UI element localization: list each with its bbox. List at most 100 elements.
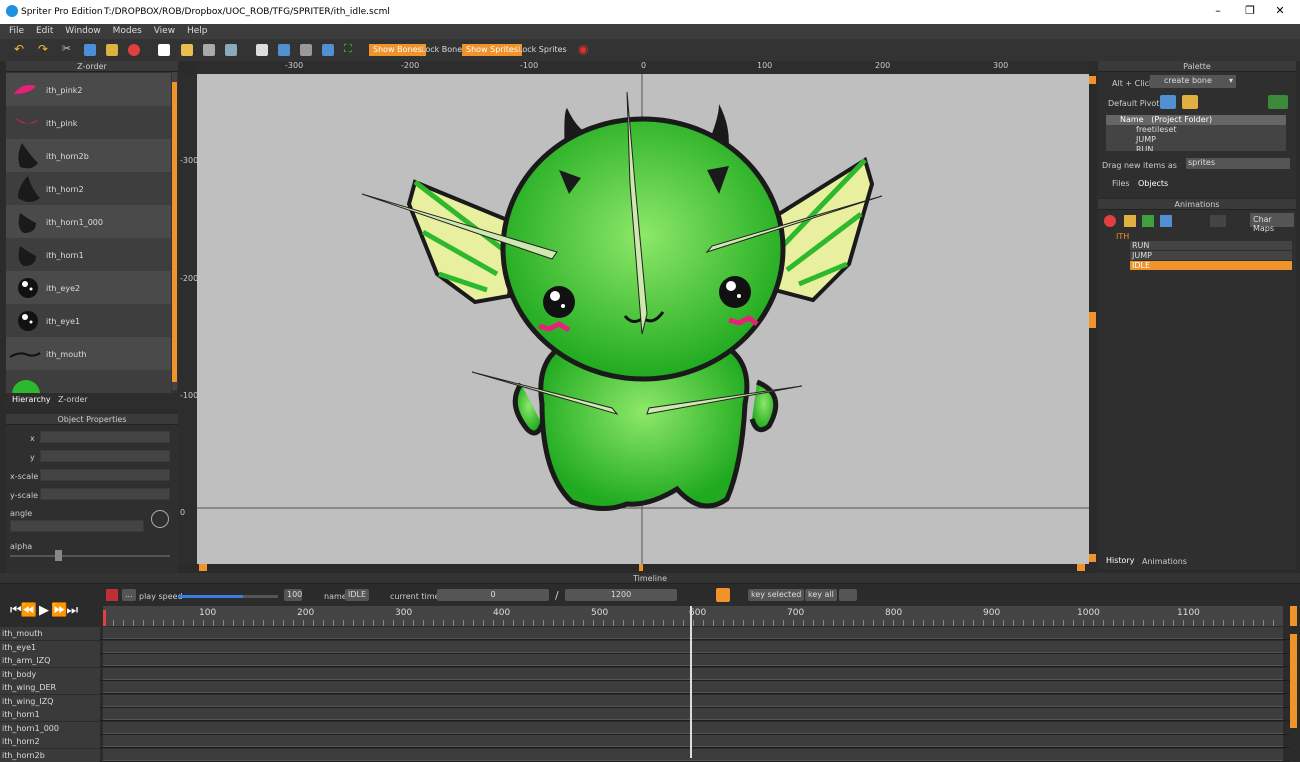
track-lane[interactable] xyxy=(103,721,1283,734)
fit-icon[interactable]: ⛶ xyxy=(344,42,356,55)
tree-folder[interactable]: JUMP xyxy=(1106,135,1286,145)
zorder-item[interactable]: ith_mouth xyxy=(6,337,171,370)
prop-yscale-field[interactable] xyxy=(40,488,170,500)
tab-history[interactable]: History xyxy=(1106,556,1134,565)
fit-view-icon[interactable] xyxy=(1210,215,1226,227)
track-lane[interactable] xyxy=(103,748,1283,761)
new-entity-icon[interactable] xyxy=(1124,215,1136,227)
duplicate-animation-icon[interactable] xyxy=(1160,215,1172,227)
skip-end-icon[interactable]: ⏭ xyxy=(66,603,78,618)
key-all-button[interactable]: key all xyxy=(805,589,837,601)
screenshot-icon[interactable] xyxy=(322,44,334,56)
timeline-track[interactable]: ith_horn2b xyxy=(0,748,1290,762)
more-button[interactable]: ... xyxy=(122,589,136,601)
canvas-hscroll-thumb[interactable] xyxy=(639,564,643,571)
grid-icon[interactable] xyxy=(300,44,312,56)
zorder-scroll-thumb[interactable] xyxy=(172,82,177,382)
track-lane[interactable] xyxy=(103,708,1283,720)
play-icon[interactable]: ▶ xyxy=(39,603,49,618)
cut-icon[interactable]: ✂ xyxy=(62,42,74,55)
timeline-track[interactable]: ith_horn1 xyxy=(0,708,1290,721)
left-eye[interactable] xyxy=(543,286,575,318)
track-name[interactable]: ith_wing_DER xyxy=(0,681,100,694)
project-tree[interactable]: Name (Project Folder) freetileset JUMP R… xyxy=(1106,115,1286,151)
timeline-track[interactable]: ith_eye1 xyxy=(0,640,1290,654)
prop-xscale-field[interactable] xyxy=(40,469,170,481)
playhead[interactable] xyxy=(103,610,106,626)
step-back-icon[interactable]: ⏪ xyxy=(21,603,37,618)
total-time-field[interactable]: 1200 xyxy=(565,589,677,601)
tab-zorder[interactable]: Z-order xyxy=(58,395,88,404)
redo-icon[interactable]: ↷ xyxy=(38,42,50,56)
record-toggle-icon[interactable] xyxy=(106,589,118,601)
tab-hierarchy[interactable]: Hierarchy xyxy=(12,395,51,404)
canvas-vertical-scrollbar[interactable] xyxy=(1089,74,1096,566)
alpha-slider-track[interactable] xyxy=(10,555,170,557)
key-settings-icon[interactable] xyxy=(716,588,730,602)
zorder-item[interactable]: ith_horn1 xyxy=(6,238,171,271)
zorder-item[interactable] xyxy=(6,370,171,393)
timeline-track[interactable]: ith_body xyxy=(0,667,1290,681)
record-icon[interactable]: ◉ xyxy=(578,42,590,56)
zorder-item[interactable]: ith_pink xyxy=(6,106,171,139)
track-lane[interactable] xyxy=(103,694,1283,707)
right-eye[interactable] xyxy=(719,276,751,308)
menu-file[interactable]: File xyxy=(9,26,24,36)
new-animation-icon[interactable] xyxy=(1142,215,1154,227)
undo-icon[interactable]: ↶ xyxy=(14,42,26,56)
track-name[interactable]: ith_eye1 xyxy=(0,640,100,654)
zorder-item[interactable]: ith_eye2 xyxy=(6,271,171,304)
track-lane[interactable] xyxy=(103,735,1283,747)
zorder-item[interactable]: ith_eye1 xyxy=(6,304,171,337)
canvas-horizontal-scrollbar[interactable] xyxy=(197,564,1089,571)
timeline-ruler[interactable]: 100 200 300 400 500 600 700 800 900 1000… xyxy=(103,606,1283,626)
track-name[interactable]: ith_horn2b xyxy=(0,748,100,762)
maximize-icon[interactable]: ❐ xyxy=(1242,4,1258,17)
menu-view[interactable]: View xyxy=(154,26,175,36)
track-name[interactable]: ith_horn1_000 xyxy=(0,721,100,735)
close-icon[interactable]: ✕ xyxy=(1272,4,1288,17)
menu-help[interactable]: Help xyxy=(187,26,208,36)
char-maps-button[interactable]: Char Maps xyxy=(1250,213,1294,233)
minimize-icon[interactable]: – xyxy=(1210,4,1226,17)
tree-folder[interactable]: RUN xyxy=(1106,145,1286,151)
current-time-field[interactable]: 0 xyxy=(437,589,549,601)
pivot-paste-icon[interactable] xyxy=(1182,95,1198,109)
prop-angle-field[interactable] xyxy=(10,520,144,532)
timeline-scroll-thumb[interactable] xyxy=(1290,634,1297,728)
alpha-slider-handle[interactable] xyxy=(55,550,62,561)
delete-icon[interactable] xyxy=(128,44,140,56)
prop-y-field[interactable] xyxy=(40,450,170,462)
tab-objects[interactable]: Objects xyxy=(1138,179,1168,188)
track-name[interactable]: ith_horn2 xyxy=(0,735,100,748)
play-speed-value[interactable]: 100 xyxy=(284,589,302,601)
zorder-item[interactable]: ith_horn2 xyxy=(6,172,171,205)
timeline-track[interactable]: ith_wing_IZQ xyxy=(0,694,1290,708)
canvas-vscroll-thumb[interactable] xyxy=(1089,312,1096,328)
animation-item-selected[interactable]: IDLE xyxy=(1130,261,1292,270)
new-file-icon[interactable] xyxy=(158,44,170,56)
lock-sprites-button[interactable]: Lock Sprites xyxy=(514,44,571,56)
copy-icon[interactable] xyxy=(84,44,96,56)
track-lane[interactable] xyxy=(103,681,1283,693)
angle-dial-icon[interactable] xyxy=(151,510,169,528)
drag-select[interactable]: sprites xyxy=(1186,158,1290,169)
track-name[interactable]: ith_arm_IZQ xyxy=(0,654,100,667)
zorder-item[interactable]: ith_pink2 xyxy=(6,73,171,106)
track-name[interactable]: ith_wing_IZQ xyxy=(0,694,100,708)
timeline-scrollbar[interactable] xyxy=(1290,606,1297,756)
track-lane[interactable] xyxy=(103,640,1283,653)
track-name[interactable]: ith_mouth xyxy=(0,627,100,640)
step-forward-icon[interactable]: ⏩ xyxy=(51,603,67,618)
track-lane[interactable] xyxy=(103,654,1283,666)
view-2-icon[interactable] xyxy=(278,44,290,56)
tab-animations[interactable]: Animations xyxy=(1142,557,1187,566)
prop-x-field[interactable] xyxy=(40,431,170,443)
zorder-item[interactable]: ith_horn2b xyxy=(6,139,171,172)
key-selected-button[interactable]: key selected xyxy=(748,589,805,601)
zorder-item[interactable]: ith_horn1_000 xyxy=(6,205,171,238)
timeline-track[interactable]: ith_horn2 xyxy=(0,735,1290,748)
track-name[interactable]: ith_body xyxy=(0,667,100,681)
entity-ith[interactable]: ITH xyxy=(1116,232,1129,241)
timeline-track[interactable]: ith_arm_IZQ xyxy=(0,654,1290,667)
